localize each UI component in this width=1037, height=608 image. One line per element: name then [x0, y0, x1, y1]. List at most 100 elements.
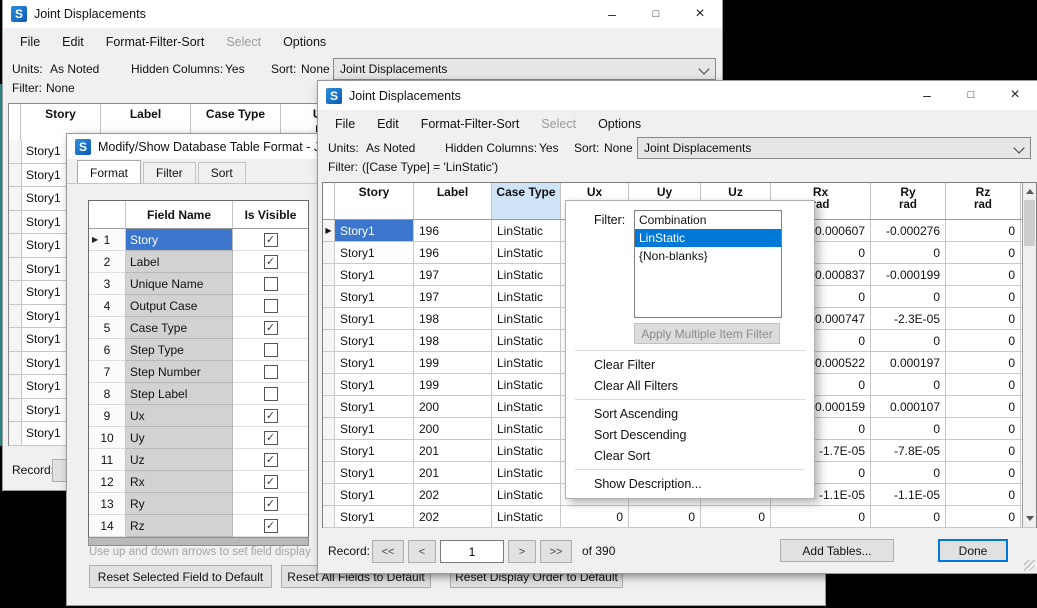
- field-name-cell[interactable]: Step Number: [126, 361, 233, 383]
- checkbox-checked-icon[interactable]: ✓: [264, 409, 278, 423]
- close-icon[interactable]: ×: [993, 81, 1037, 109]
- field-name-cell[interactable]: Rz: [126, 515, 233, 537]
- cell[interactable]: Story1: [335, 220, 414, 241]
- checkbox-checked-icon[interactable]: ✓: [264, 519, 278, 533]
- row-number-cell[interactable]: 3: [89, 273, 126, 295]
- cell[interactable]: 0: [946, 396, 1021, 417]
- row-number-cell[interactable]: 10: [89, 427, 126, 449]
- menu-item-show-description-[interactable]: Show Description...: [566, 473, 814, 494]
- table-row[interactable]: 7Step Number: [89, 361, 308, 383]
- cell[interactable]: -0.000199: [871, 264, 946, 285]
- field-name-cell[interactable]: Story: [126, 229, 233, 251]
- filter-list-item[interactable]: LinStatic: [635, 229, 781, 247]
- menu-edit[interactable]: Edit: [366, 112, 410, 136]
- table-row[interactable]: Story1202LinStatic000000: [323, 506, 1036, 528]
- field-name-cell[interactable]: Unique Name: [126, 273, 233, 295]
- table-row[interactable]: 8Step Label: [89, 383, 308, 405]
- cell[interactable]: 0: [629, 506, 701, 527]
- cell[interactable]: 0: [946, 506, 1021, 527]
- table-row[interactable]: 11Uz✓: [89, 449, 308, 471]
- cell[interactable]: 202: [414, 506, 492, 527]
- resize-grip[interactable]: [1024, 560, 1035, 571]
- scrollbar-thumb[interactable]: [1024, 200, 1035, 246]
- cell[interactable]: 0: [561, 506, 629, 527]
- column-header-ry[interactable]: Ryrad: [871, 183, 946, 219]
- scroll-down-icon[interactable]: [1026, 516, 1034, 521]
- cell[interactable]: LinStatic: [492, 506, 561, 527]
- checkbox-unchecked-icon[interactable]: [264, 343, 278, 357]
- is-visible-cell[interactable]: [233, 339, 308, 361]
- field-name-cell[interactable]: Ux: [126, 405, 233, 427]
- checkbox-checked-icon[interactable]: ✓: [264, 453, 278, 467]
- row-number-cell[interactable]: 12: [89, 471, 126, 493]
- cell[interactable]: LinStatic: [492, 242, 561, 263]
- menu-options[interactable]: Options: [587, 112, 652, 136]
- table-row[interactable]: 10Uy✓: [89, 427, 308, 449]
- cell[interactable]: 0: [946, 330, 1021, 351]
- record-last-button[interactable]: >>: [540, 540, 572, 563]
- minimize-icon[interactable]: –: [905, 81, 949, 109]
- cell[interactable]: 200: [414, 396, 492, 417]
- row-number-cell[interactable]: 13: [89, 493, 126, 515]
- cell[interactable]: 197: [414, 264, 492, 285]
- apply-multiple-item-filter-button[interactable]: Apply Multiple Item Filter: [634, 323, 780, 344]
- field-name-cell[interactable]: Ry: [126, 493, 233, 515]
- menu-format-filter-sort[interactable]: Format-Filter-Sort: [410, 112, 531, 136]
- horizontal-scrollbar[interactable]: [88, 537, 309, 546]
- cell[interactable]: 0: [871, 242, 946, 263]
- cell[interactable]: LinStatic: [492, 440, 561, 461]
- field-name-cell[interactable]: Uz: [126, 449, 233, 471]
- cell[interactable]: 0: [946, 462, 1021, 483]
- cell[interactable]: 0: [946, 308, 1021, 329]
- menu-format-filter-sort[interactable]: Format-Filter-Sort: [95, 30, 216, 54]
- checkbox-checked-icon[interactable]: ✓: [264, 321, 278, 335]
- cell[interactable]: 0: [946, 484, 1021, 505]
- column-header-rz[interactable]: Rzrad: [946, 183, 1021, 219]
- close-icon[interactable]: ×: [678, 0, 722, 28]
- cell[interactable]: Story1: [335, 396, 414, 417]
- cell[interactable]: -0.000276: [871, 220, 946, 241]
- filter-value-listbox[interactable]: CombinationLinStatic{Non-blanks}: [634, 210, 782, 318]
- checkbox-checked-icon[interactable]: ✓: [264, 255, 278, 269]
- cell[interactable]: 197: [414, 286, 492, 307]
- table-row[interactable]: ▶1Story✓: [89, 229, 308, 251]
- cell[interactable]: 0: [946, 418, 1021, 439]
- cell[interactable]: 0: [946, 242, 1021, 263]
- scroll-up-icon[interactable]: [1026, 189, 1034, 194]
- table-select-combobox[interactable]: Joint Displacements: [637, 137, 1031, 159]
- reset-selected-field-button[interactable]: Reset Selected Field to Default: [89, 565, 272, 588]
- checkbox-unchecked-icon[interactable]: [264, 387, 278, 401]
- checkbox-unchecked-icon[interactable]: [264, 365, 278, 379]
- column-header-case-type[interactable]: Case Type: [492, 183, 561, 219]
- menu-item-sort-ascending[interactable]: Sort Ascending: [566, 403, 814, 424]
- cell[interactable]: Story1: [335, 506, 414, 527]
- cell[interactable]: Story1: [335, 440, 414, 461]
- row-number-cell[interactable]: 14: [89, 515, 126, 537]
- cell[interactable]: LinStatic: [492, 484, 561, 505]
- cell[interactable]: Story1: [335, 308, 414, 329]
- is-visible-cell[interactable]: ✓: [233, 405, 308, 427]
- is-visible-cell[interactable]: ✓: [233, 317, 308, 339]
- column-header-label[interactable]: Label: [414, 183, 492, 219]
- filter-list-item[interactable]: {Non-blanks}: [635, 247, 781, 265]
- menu-select[interactable]: Select: [530, 112, 587, 136]
- cell[interactable]: 202: [414, 484, 492, 505]
- cell[interactable]: 0: [871, 374, 946, 395]
- cell[interactable]: 0: [946, 352, 1021, 373]
- cell[interactable]: 0.000197: [871, 352, 946, 373]
- cell[interactable]: 0: [871, 506, 946, 527]
- checkbox-checked-icon[interactable]: ✓: [264, 233, 278, 247]
- cell[interactable]: Story1: [335, 352, 414, 373]
- row-number-cell[interactable]: 4: [89, 295, 126, 317]
- is-visible-cell[interactable]: [233, 361, 308, 383]
- field-name-cell[interactable]: Uy: [126, 427, 233, 449]
- cell[interactable]: 201: [414, 462, 492, 483]
- cell[interactable]: 0: [946, 286, 1021, 307]
- menu-edit[interactable]: Edit: [51, 30, 95, 54]
- is-visible-cell[interactable]: ✓: [233, 449, 308, 471]
- row-number-cell[interactable]: 7: [89, 361, 126, 383]
- row-number-cell[interactable]: 5: [89, 317, 126, 339]
- cell[interactable]: 199: [414, 352, 492, 373]
- menu-file[interactable]: File: [324, 112, 366, 136]
- is-visible-cell[interactable]: [233, 295, 308, 317]
